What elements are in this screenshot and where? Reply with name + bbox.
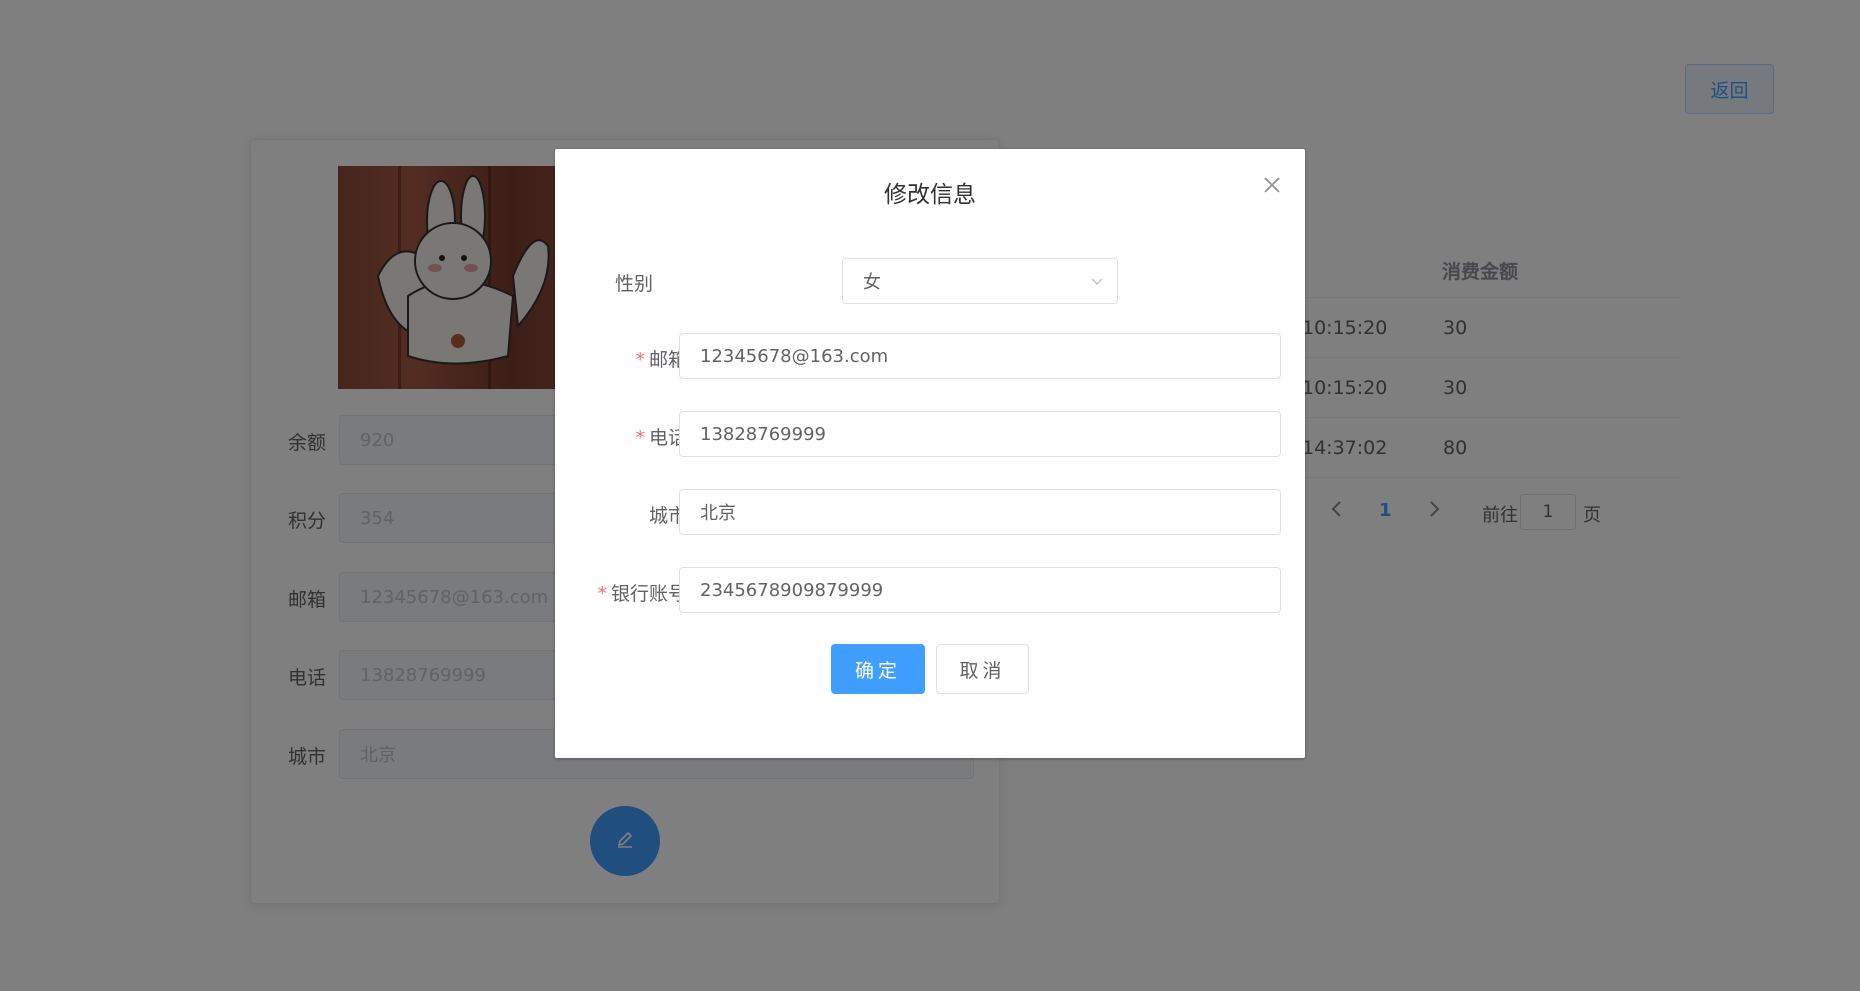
city-form-label: 城市 bbox=[648, 505, 687, 527]
gender-select[interactable]: 女 bbox=[842, 258, 1118, 304]
phone-form-label: * 电话 bbox=[575, 423, 687, 450]
gender-label: 性别 bbox=[615, 273, 654, 295]
cancel-button[interactable]: 取消 bbox=[936, 644, 1029, 694]
gender-select-value: 女 bbox=[863, 272, 881, 293]
chevron-down-icon bbox=[1089, 273, 1105, 294]
close-icon bbox=[1260, 177, 1284, 201]
dialog-title: 修改信息 bbox=[884, 182, 976, 208]
bank-account-form-label: * 银行账号 bbox=[575, 579, 687, 606]
required-asterisk: * bbox=[635, 427, 645, 449]
confirm-button[interactable]: 确定 bbox=[831, 644, 925, 694]
email-form-label: * 邮箱 bbox=[575, 345, 687, 372]
close-button[interactable] bbox=[1260, 173, 1284, 197]
bank-account-input[interactable]: 2345678909879999 bbox=[679, 567, 1281, 613]
required-asterisk: * bbox=[597, 583, 607, 605]
edit-info-dialog: 修改信息 性别 女 * 邮箱 12345678@163.com * 电话 13828… bbox=[555, 149, 1305, 758]
required-asterisk: * bbox=[635, 349, 645, 371]
email-input[interactable]: 12345678@163.com bbox=[679, 333, 1281, 379]
phone-input[interactable]: 13828769999 bbox=[679, 411, 1281, 457]
city-input[interactable]: 北京 bbox=[679, 489, 1281, 535]
bank-account-form-label-text: 银行账号 bbox=[610, 583, 687, 605]
